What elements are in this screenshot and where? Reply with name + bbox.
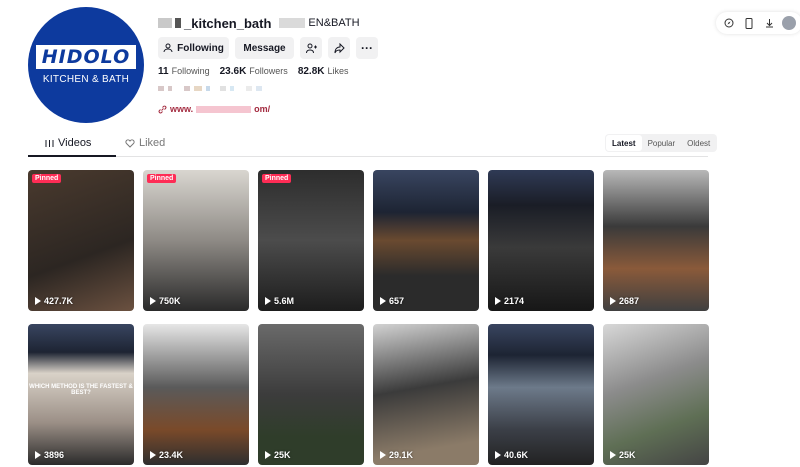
mobile-icon[interactable] <box>740 14 758 32</box>
video-card[interactable]: 40.6K <box>488 324 594 465</box>
view-count: 23.4K <box>150 450 183 460</box>
heart-icon <box>125 138 135 148</box>
view-count: 2687 <box>610 296 639 306</box>
profile-nickname: EN&BATH <box>308 17 360 29</box>
profile-link[interactable]: www. om/ <box>158 104 270 114</box>
profile-avatar: HIDOLO KITCHEN & BATH <box>28 7 144 123</box>
play-icon <box>265 451 271 459</box>
play-icon <box>150 451 156 459</box>
view-count: 29.1K <box>380 450 413 460</box>
video-card[interactable]: 23.4K <box>143 324 249 465</box>
tab-liked[interactable]: Liked <box>125 137 165 149</box>
play-icon <box>610 451 616 459</box>
video-card[interactable]: Pinned 750K <box>143 170 249 311</box>
play-icon <box>380 451 386 459</box>
profile-actions: Following Message ··· <box>158 37 378 59</box>
video-card[interactable]: Pinned 427.7K <box>28 170 134 311</box>
view-count: 25K <box>265 450 291 460</box>
video-overlay-text: WHICH METHOD IS THE FASTEST & BEST? <box>29 384 133 396</box>
profile-username: _kitchen_bath <box>184 15 272 31</box>
view-count: 5.6M <box>265 296 294 306</box>
play-icon <box>495 451 501 459</box>
redacted-text <box>158 18 172 28</box>
share-button[interactable] <box>328 37 350 59</box>
link-text-suffix: om/ <box>254 104 271 114</box>
user-check-icon <box>163 43 173 53</box>
active-tab-underline <box>28 155 116 157</box>
pinned-badge: Pinned <box>32 174 62 183</box>
play-icon <box>495 297 501 305</box>
brand-logo-subtitle: KITCHEN & BATH <box>42 74 130 85</box>
likes-stat: 82.8K Likes <box>298 66 349 77</box>
share-icon <box>334 42 345 53</box>
grid-icon <box>45 139 54 147</box>
likes-label: Likes <box>327 66 349 76</box>
top-right-toolbar <box>716 12 800 34</box>
followers-label: Followers <box>249 66 288 76</box>
download-icon[interactable] <box>760 14 778 32</box>
view-count: 25K <box>610 450 636 460</box>
following-button-label: Following <box>177 42 224 54</box>
sort-control: Latest Popular Oldest <box>605 134 718 152</box>
followers-count: 23.6K <box>219 66 247 77</box>
message-button-label: Message <box>243 42 286 54</box>
message-button[interactable]: Message <box>235 37 294 59</box>
view-count: 40.6K <box>495 450 528 460</box>
followers-stat[interactable]: 23.6K Followers <box>220 66 288 77</box>
profile-stats: 11 Following 23.6K Followers 82.8K Likes <box>158 66 349 77</box>
video-card[interactable]: WHICH METHOD IS THE FASTEST & BEST? 3896 <box>28 324 134 465</box>
following-button[interactable]: Following <box>158 37 229 59</box>
add-user-icon <box>305 43 317 53</box>
view-count: 750K <box>150 296 181 306</box>
pinned-badge: Pinned <box>262 174 292 183</box>
play-icon <box>35 297 41 305</box>
video-card[interactable]: Pinned 5.6M <box>258 170 364 311</box>
video-grid: Pinned 427.7K Pinned 750K Pinned 5.6M 65… <box>28 170 709 465</box>
video-card[interactable]: 25K <box>603 324 709 465</box>
play-icon <box>150 297 156 305</box>
current-user-avatar <box>782 16 796 30</box>
video-card[interactable]: 25K <box>258 324 364 465</box>
pinned-badge: Pinned <box>147 174 177 183</box>
view-count: 657 <box>380 296 404 306</box>
play-icon <box>265 297 271 305</box>
following-label: Following <box>171 66 210 76</box>
sort-oldest[interactable]: Oldest <box>681 135 716 151</box>
profile-bio <box>158 86 262 91</box>
likes-count: 82.8K <box>297 66 325 77</box>
redacted-link <box>196 105 252 113</box>
view-count: 3896 <box>35 450 64 460</box>
more-icon: ··· <box>361 41 373 55</box>
link-icon <box>158 105 167 113</box>
tab-videos-label: Videos <box>58 137 92 149</box>
compass-icon[interactable] <box>720 14 738 32</box>
video-card[interactable]: 2687 <box>603 170 709 311</box>
following-count: 11 <box>158 66 169 77</box>
play-icon <box>610 297 616 305</box>
video-card[interactable]: 29.1K <box>373 324 479 465</box>
brand-logo: HIDOLO <box>35 45 137 69</box>
sort-popular[interactable]: Popular <box>642 135 682 151</box>
redacted-text <box>279 18 306 28</box>
username-row: _kitchen_bath EN&BATH <box>158 14 360 32</box>
suggested-accounts-button[interactable] <box>300 37 322 59</box>
video-card[interactable]: 657 <box>373 170 479 311</box>
user-avatar-button[interactable] <box>780 14 798 32</box>
tab-liked-label: Liked <box>139 137 166 149</box>
play-icon <box>380 297 386 305</box>
more-options-button[interactable]: ··· <box>356 37 378 59</box>
video-card[interactable]: 2174 <box>488 170 594 311</box>
view-count: 427.7K <box>35 296 73 306</box>
following-stat[interactable]: 11 Following <box>158 66 210 77</box>
tab-videos[interactable]: Videos <box>45 137 91 149</box>
play-icon <box>35 451 41 459</box>
redacted-text <box>175 18 181 28</box>
view-count: 2174 <box>495 296 524 306</box>
sort-latest[interactable]: Latest <box>606 135 642 151</box>
link-text-prefix: www. <box>170 104 194 114</box>
